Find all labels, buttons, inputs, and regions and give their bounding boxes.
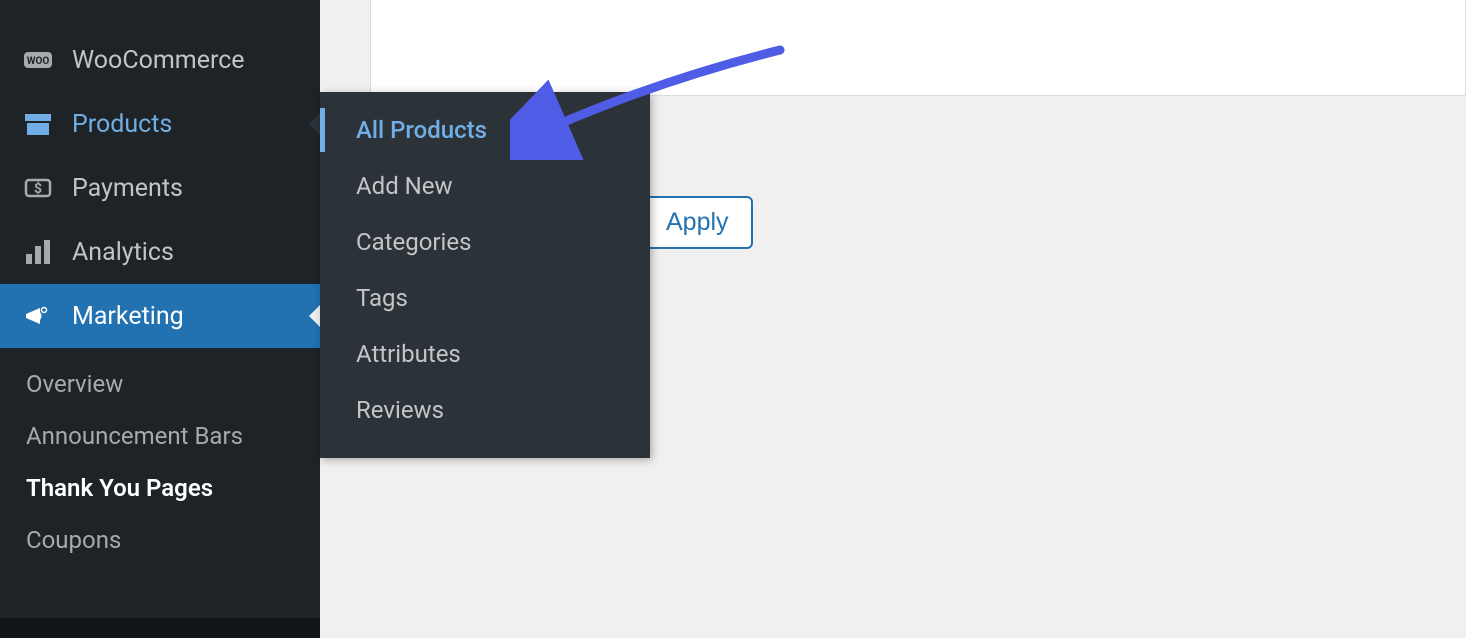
megaphone-icon [22,300,54,332]
sidebar-item-products[interactable]: Products [0,92,320,156]
admin-sidebar: WOO WooCommerce Products $ Payments Anal… [0,0,320,638]
sidebar-label-woocommerce: WooCommerce [72,46,298,75]
marketing-submenu: Overview Announcement Bars Thank You Pag… [0,348,320,576]
flyout-item-all-products[interactable]: All Products [320,102,650,158]
chart-icon [22,236,54,268]
sidebar-label-products: Products [72,110,298,139]
submenu-item-overview[interactable]: Overview [0,358,320,410]
archive-icon [22,108,54,140]
flyout-item-reviews[interactable]: Reviews [320,382,650,438]
sidebar-item-woocommerce[interactable]: WOO WooCommerce [0,28,320,92]
svg-text:$: $ [34,180,42,197]
flyout-item-tags[interactable]: Tags [320,270,650,326]
sidebar-label-analytics: Analytics [72,238,298,267]
apply-button[interactable]: Apply [642,196,753,249]
dollar-icon: $ [22,172,54,204]
flyout-item-categories[interactable]: Categories [320,214,650,270]
sidebar-item-marketing[interactable]: Marketing [0,284,320,348]
products-flyout-menu: All Products Add New Categories Tags Att… [320,92,650,458]
content-panel [370,0,1466,96]
submenu-item-thank-you-pages[interactable]: Thank You Pages [0,462,320,514]
svg-text:WOO: WOO [27,56,50,67]
sidebar-item-analytics[interactable]: Analytics [0,220,320,284]
sidebar-label-marketing: Marketing [72,302,298,331]
sidebar-item-payments[interactable]: $ Payments [0,156,320,220]
woocommerce-icon: WOO [22,44,54,76]
submenu-item-coupons[interactable]: Coupons [0,514,320,566]
submenu-item-announcement-bars[interactable]: Announcement Bars [0,410,320,462]
sidebar-label-payments: Payments [72,174,298,203]
flyout-item-attributes[interactable]: Attributes [320,326,650,382]
flyout-item-add-new[interactable]: Add New [320,158,650,214]
sidebar-footer-strip [0,618,320,638]
